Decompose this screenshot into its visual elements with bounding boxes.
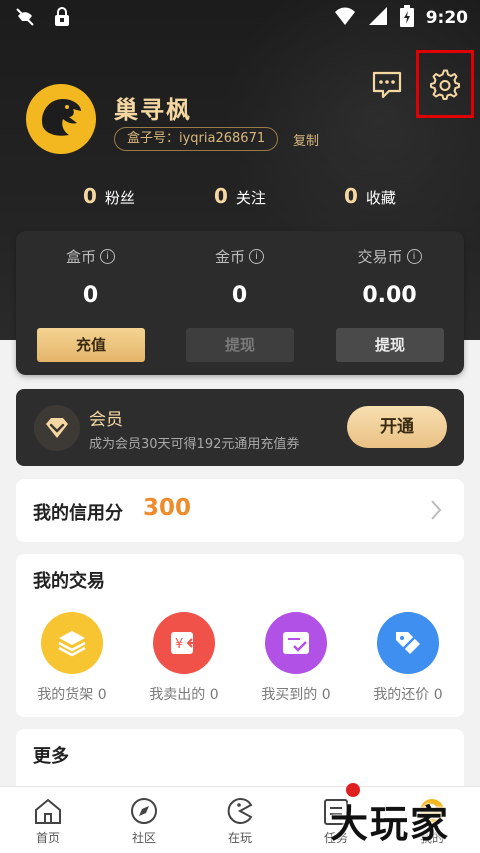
bought-icon [265, 612, 327, 674]
sold-icon: ¥ [153, 612, 215, 674]
box-id: 盒子号：iyqria268671 [114, 127, 279, 151]
status-bar: 9:20 [0, 0, 480, 34]
wallet-value: 0 [231, 283, 248, 308]
copy-link[interactable]: 复制 [293, 130, 319, 149]
stat-label: 粉丝 [104, 189, 135, 207]
trade-item-label: 我买到的 0 [261, 687, 331, 703]
trade-item-label: 我的还价 0 [373, 687, 443, 703]
nav-label: 社区 [131, 831, 156, 845]
wallet-value: 0.00 [362, 283, 417, 308]
message-button[interactable] [368, 68, 406, 106]
open-membership-button[interactable]: 开通 [347, 406, 447, 448]
settings-highlight-box [416, 50, 474, 118]
stat-following[interactable]: 0 关注 [214, 184, 266, 208]
withdraw-gold-button[interactable]: 提现 [186, 328, 294, 362]
stat-value: 0 [83, 184, 97, 208]
message-icon [371, 70, 403, 104]
trade-item-shelf[interactable]: 我的货架 0 [16, 612, 128, 704]
withdraw-trade-button[interactable]: 提现 [336, 328, 444, 362]
info-icon[interactable]: i [100, 249, 115, 264]
price-tag-icon [377, 612, 439, 674]
clock-time: 9:20 [425, 8, 468, 28]
credit-score-row[interactable]: 我的信用分 300 [16, 479, 464, 542]
wallet-value: 0 [82, 283, 99, 308]
home-icon [32, 795, 64, 827]
wallet-card: 盒币 i 0 充值 金币 i 0 提现 交易币 i 0.00 提现 [16, 231, 464, 375]
trade-item-bought[interactable]: 我买到的 0 [240, 612, 352, 704]
recharge-button[interactable]: 充值 [37, 328, 145, 362]
stat-label: 关注 [235, 189, 266, 207]
nav-playing[interactable]: 在玩 [192, 795, 288, 846]
info-icon[interactable]: i [406, 249, 422, 264]
wallet-title: 金币 [214, 248, 245, 266]
diamond-icon [34, 405, 80, 451]
credit-value: 300 [143, 495, 192, 521]
dragon-logo-icon [33, 89, 89, 149]
watermark-logo: 大玩家 [330, 802, 451, 846]
game-icon [224, 795, 256, 827]
stat-favorites[interactable]: 0 收藏 [344, 184, 396, 208]
info-icon[interactable]: i [249, 249, 264, 264]
wallet-title: 盒币 [65, 248, 96, 266]
svg-text:¥: ¥ [175, 637, 183, 652]
trade-title: 我的交易 [33, 571, 105, 592]
stat-fans[interactable]: 0 粉丝 [83, 184, 135, 208]
nav-label: 首页 [35, 831, 60, 845]
nav-home[interactable]: 首页 [0, 795, 96, 846]
nav-label: 在玩 [227, 831, 252, 845]
battery-icon [399, 5, 414, 31]
wallet-title: 交易币 [357, 248, 403, 266]
signal-icon [368, 6, 388, 30]
wifi-icon [334, 6, 356, 30]
shelf-icon [41, 612, 103, 674]
notification-icon [14, 7, 36, 31]
stat-label: 收藏 [365, 189, 396, 207]
member-card[interactable]: 会员 成为会员30天可得192元通用充值券 开通 [16, 389, 464, 466]
member-title: 会员 [89, 410, 123, 430]
trade-item-label: 我卖出的 0 [149, 687, 219, 703]
lock-icon [54, 7, 70, 31]
member-subtitle: 成为会员30天可得192元通用充值券 [89, 437, 300, 452]
nav-community[interactable]: 社区 [96, 795, 192, 846]
trade-item-counteroffer[interactable]: 我的还价 0 [352, 612, 464, 704]
compass-icon [128, 795, 160, 827]
chevron-right-icon [430, 499, 442, 525]
trade-item-sold[interactable]: ¥ 我卖出的 0 [128, 612, 240, 704]
stat-value: 0 [344, 184, 358, 208]
stat-value: 0 [214, 184, 228, 208]
trade-item-label: 我的货架 0 [37, 687, 107, 703]
credit-label: 我的信用分 [33, 503, 123, 524]
more-title: 更多 [33, 746, 69, 767]
username: 巢寻枫 [114, 96, 192, 124]
my-trade-card: 我的交易 我的货架 0 ¥ 我卖出的 0 我买到的 0 我的还价 0 [16, 554, 464, 717]
avatar[interactable] [26, 84, 96, 154]
